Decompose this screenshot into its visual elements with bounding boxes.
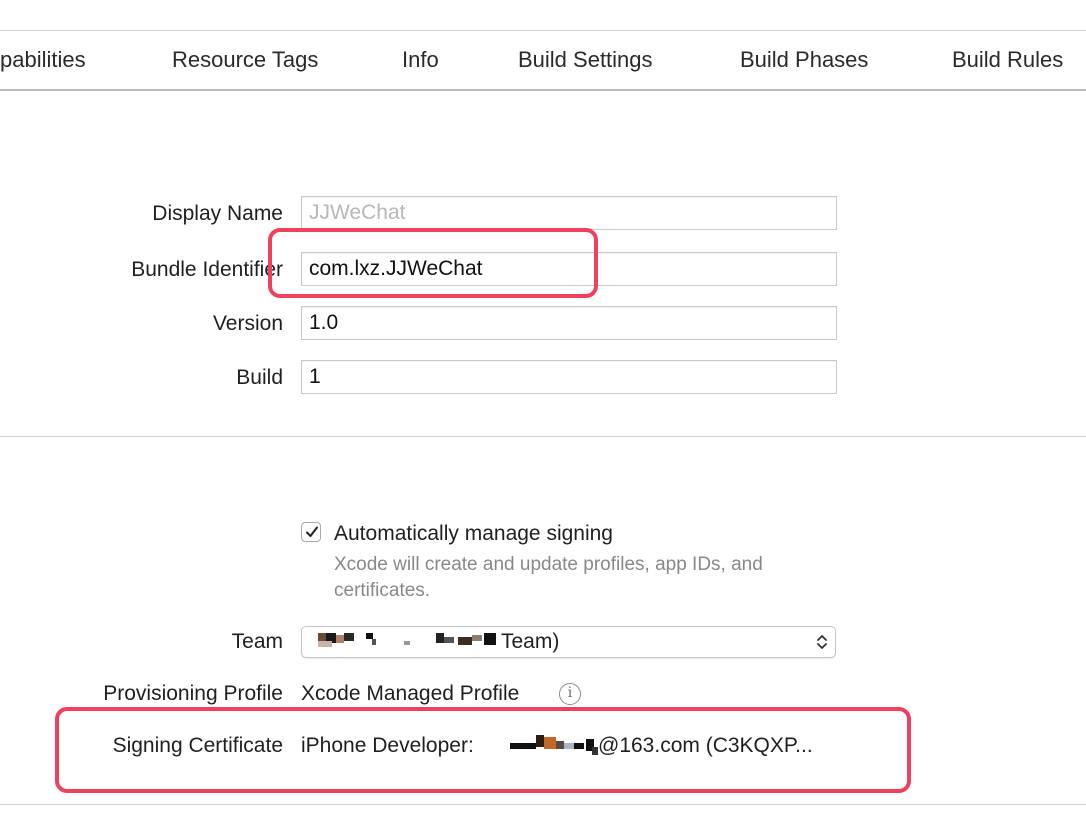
version-label: Version [212, 312, 283, 335]
tab-resource-tags[interactable]: Resource Tags [172, 47, 318, 73]
redacted-team-name [318, 633, 498, 647]
info-icon[interactable]: i [559, 683, 581, 705]
tab-bar-divider [0, 89, 1086, 91]
tab-info[interactable]: Info [402, 47, 439, 73]
build-label: Build [236, 366, 283, 389]
version-field[interactable]: 1.0 [301, 306, 837, 340]
display-name-label: Display Name [152, 202, 283, 225]
tab-capabilities[interactable]: pabilities [0, 47, 86, 73]
build-field[interactable]: 1 [301, 360, 837, 394]
provisioning-profile-label: Provisioning Profile [103, 682, 283, 705]
display-name-field[interactable]: JJWeChat [301, 196, 837, 230]
auto-manage-signing-help: Xcode will create and update profiles, a… [334, 554, 763, 601]
bundle-identifier-highlight [268, 228, 598, 298]
chevron-up-down-icon [817, 635, 827, 649]
section-divider [0, 436, 1086, 437]
tab-build-settings[interactable]: Build Settings [518, 47, 653, 73]
tab-build-rules[interactable]: Build Rules [952, 47, 1063, 73]
bottom-divider [0, 804, 1086, 805]
team-label: Team [231, 630, 283, 653]
auto-manage-signing-checkbox[interactable] [301, 522, 321, 542]
editor-tab-bar: pabilities Resource Tags Info Build Sett… [0, 31, 1086, 89]
team-popup-value: Team) [501, 630, 560, 653]
tab-build-phases[interactable]: Build Phases [740, 47, 868, 73]
bundle-identifier-label: Bundle Identifier [131, 258, 283, 281]
team-popup[interactable]: Team) [301, 626, 836, 658]
signing-certificate-highlight [55, 707, 911, 793]
checkmark-icon [306, 526, 318, 537]
auto-manage-signing-label: Automatically manage signing [334, 522, 613, 545]
provisioning-profile-value: Xcode Managed Profile [301, 682, 520, 705]
